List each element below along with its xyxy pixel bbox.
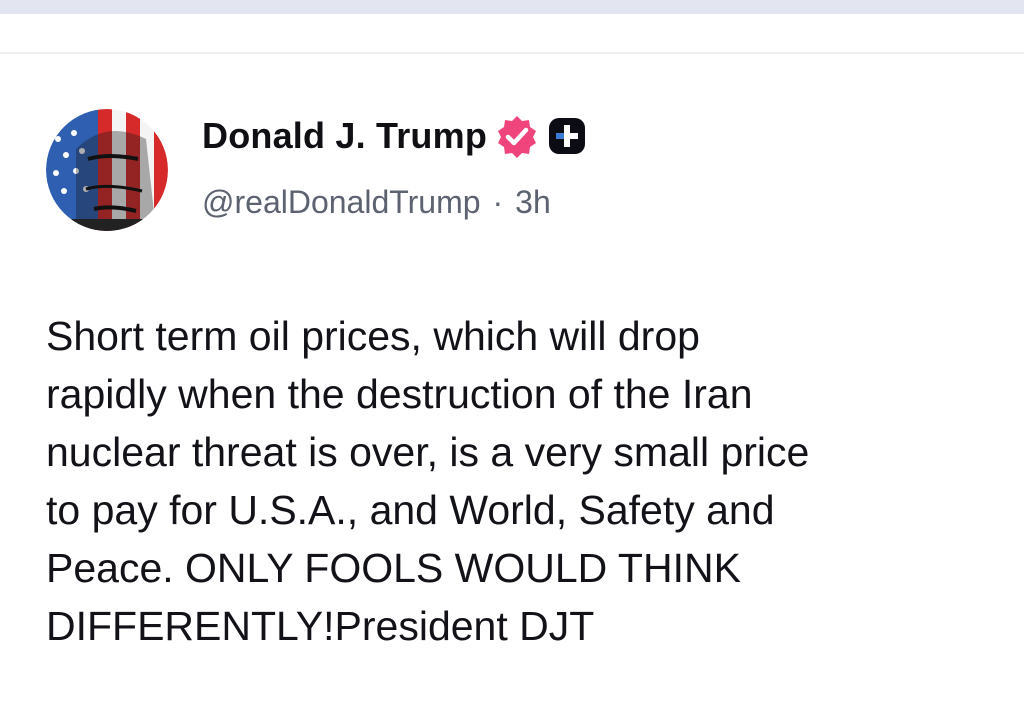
post-line: to pay for U.S.A., and World, Safety and xyxy=(46,487,775,533)
post-line: Peace. ONLY FOOLS WOULD THINK xyxy=(46,545,741,591)
avatar-image xyxy=(46,109,168,231)
author-meta-row: @realDonaldTrump · 3h xyxy=(202,184,551,221)
plus-badge-icon xyxy=(547,116,587,156)
post-line: nuclear threat is over, is a very small … xyxy=(46,429,810,475)
post-timestamp[interactable]: 3h xyxy=(515,184,551,221)
verified-badge-icon xyxy=(495,114,539,158)
top-bar xyxy=(0,0,1024,14)
post-body: Short term oil prices, which will drop ra… xyxy=(46,307,996,655)
post-card[interactable]: Donald J. Trump @realDonaldTrump · 3h Sh… xyxy=(0,54,1024,712)
post-line: rapidly when the destruction of the Iran xyxy=(46,371,753,417)
avatar[interactable] xyxy=(46,109,168,231)
author-handle[interactable]: @realDonaldTrump xyxy=(202,184,481,221)
meta-separator: · xyxy=(492,184,504,220)
author-display-name[interactable]: Donald J. Trump xyxy=(202,115,487,157)
post-line: DIFFERENTLY!President DJT xyxy=(46,603,595,649)
post-line: Short term oil prices, which will drop xyxy=(46,313,700,359)
author-name-row: Donald J. Trump xyxy=(202,114,587,158)
